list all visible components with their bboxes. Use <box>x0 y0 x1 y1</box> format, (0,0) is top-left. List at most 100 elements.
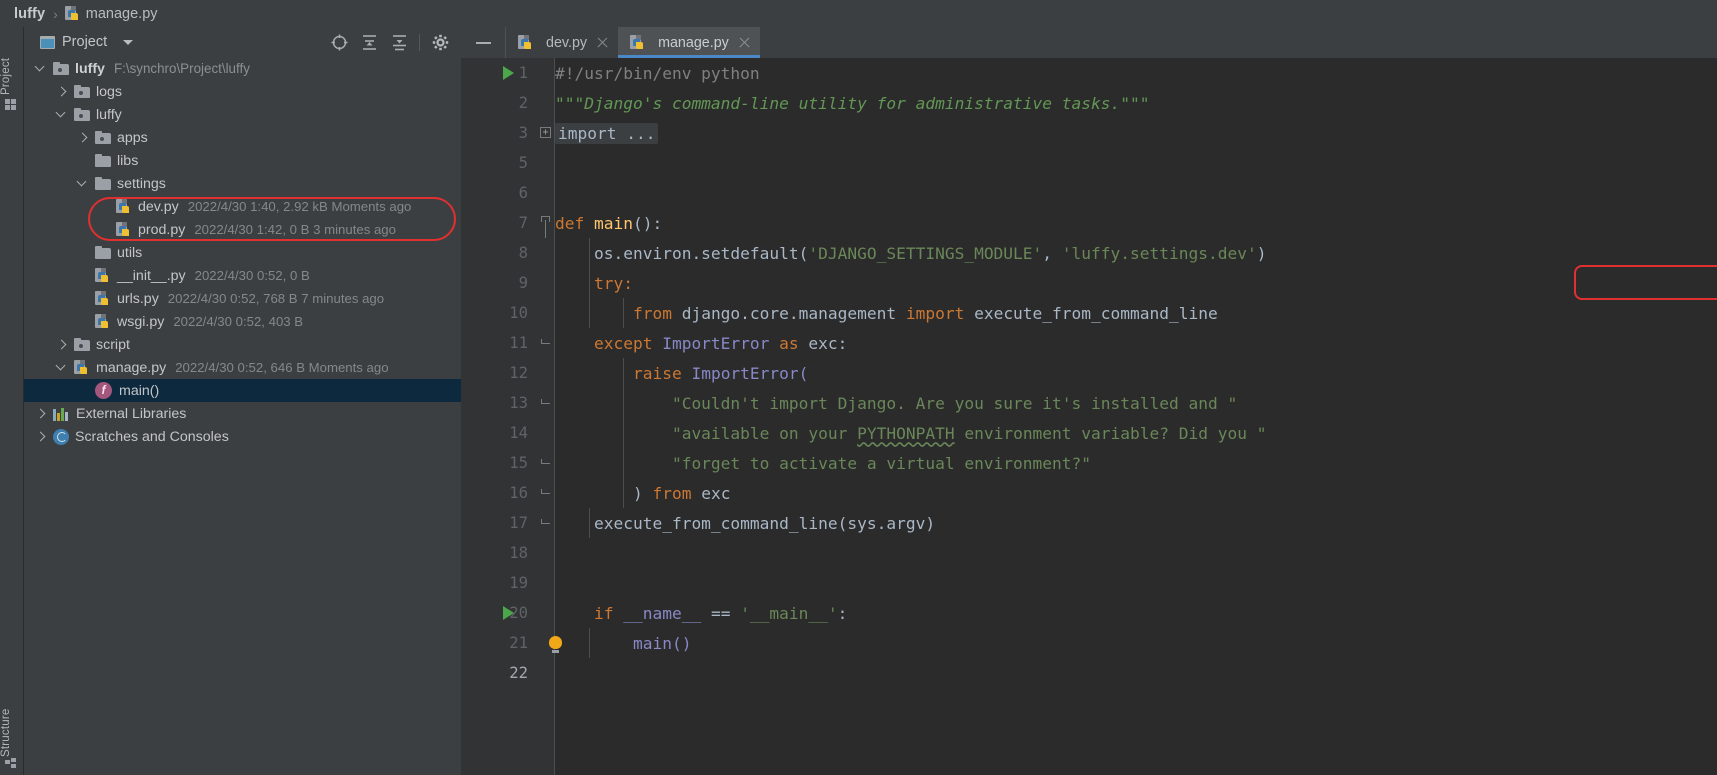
breadcrumb-file[interactable]: manage.py <box>86 6 158 22</box>
line-number-20[interactable]: 20 <box>461 598 536 628</box>
chevron-right-icon[interactable] <box>36 409 46 419</box>
fold-region-line[interactable] <box>545 220 547 238</box>
line-number-16[interactable]: 16 <box>461 478 536 508</box>
tree-row-label: apps <box>117 129 148 146</box>
line-number-21[interactable]: 21 <box>461 628 536 658</box>
tree-row-label: main() <box>119 382 160 399</box>
code-editor[interactable]: 1 2 3 5 6 7 8 9 10 11 12 13 14 15 16 17 18 19 20 21 22 #!/us… <box>461 58 1717 775</box>
code-line-11: except ImportError as exc: <box>555 333 848 353</box>
code-folding-column[interactable] <box>536 58 555 775</box>
line-number-7[interactable]: 7 <box>461 208 536 238</box>
line-number-6[interactable]: 6 <box>461 178 536 208</box>
tree-row-label: luffy <box>96 106 122 123</box>
close-icon[interactable] <box>596 36 609 49</box>
toolbar-divider <box>419 33 420 51</box>
line-number-22[interactable]: 22 <box>461 658 536 688</box>
expand-all-icon[interactable] <box>354 28 384 56</box>
line-number-10[interactable]: 10 <box>461 298 536 328</box>
gear-icon[interactable] <box>425 28 455 56</box>
minimize-editor-button[interactable] <box>461 27 506 58</box>
fold-collapse-icon[interactable] <box>541 216 550 222</box>
tree-row-urlspy[interactable]: urls.py 2022/4/30 0:52, 768 B 7 minutes a… <box>24 287 461 310</box>
tree-row-devpy[interactable]: dev.py 2022/4/30 1:40, 2.92 kB Moments ag… <box>24 195 461 218</box>
tree-row-label: prod.py <box>138 221 186 238</box>
line-number-5[interactable]: 5 <box>461 148 536 178</box>
python-file-icon <box>518 34 533 51</box>
python-file-icon <box>95 313 110 330</box>
python-file-icon <box>116 221 131 238</box>
tree-row-label: wsgi.py <box>117 313 165 330</box>
chevron-down-icon[interactable] <box>36 64 46 74</box>
tree-row-label: script <box>96 336 130 353</box>
tree-row-externallibraries[interactable]: External Libraries <box>24 402 461 425</box>
tree-row-script[interactable]: script <box>24 333 461 356</box>
fold-collapse-icon[interactable] <box>541 519 550 524</box>
chevron-down-icon[interactable] <box>57 363 67 373</box>
editor-tab-manage[interactable]: manage.py <box>618 27 760 58</box>
line-number-2[interactable]: 2 <box>461 88 536 118</box>
tree-row-settings[interactable]: settings <box>24 172 461 195</box>
chevron-right-icon[interactable] <box>57 340 67 350</box>
line-number-8[interactable]: 8 <box>461 238 536 268</box>
structure-strip-icon <box>5 758 18 771</box>
fold-expand-icon[interactable]: + <box>540 127 551 138</box>
breadcrumb-project[interactable]: luffy <box>14 6 45 22</box>
tree-row-luffy[interactable]: luffy <box>24 103 461 126</box>
tree-row-libs[interactable]: libs <box>24 149 461 172</box>
code-line-14: "available on your PYTHONPATH environmen… <box>555 423 1267 443</box>
chevron-down-icon[interactable] <box>78 179 88 189</box>
chevron-right-icon[interactable] <box>36 432 46 442</box>
collapse-all-icon[interactable] <box>384 28 414 56</box>
folder-icon <box>95 177 111 190</box>
line-number-gutter[interactable]: 1 2 3 5 6 7 8 9 10 11 12 13 14 15 16 17 18 19 20 21 22 <box>461 58 536 775</box>
tree-row-luffy[interactable]: luffy F:\synchro\Project\luffy <box>24 57 461 80</box>
chevron-right-icon[interactable] <box>57 87 67 97</box>
python-file-icon <box>74 359 89 376</box>
tree-row-main[interactable]: f main() <box>24 379 461 402</box>
line-number-1[interactable]: 1 <box>461 58 536 88</box>
intention-bulb-icon[interactable] <box>549 636 562 653</box>
folded-import-region[interactable]: import ... <box>555 122 659 144</box>
fold-collapse-icon[interactable] <box>541 399 550 404</box>
tree-row-utils[interactable]: utils <box>24 241 461 264</box>
line-number-11[interactable]: 11 <box>461 328 536 358</box>
chevron-down-icon[interactable] <box>123 39 134 45</box>
line-number-13[interactable]: 13 <box>461 388 536 418</box>
line-number-17[interactable]: 17 <box>461 508 536 538</box>
project-tree[interactable]: luffy F:\synchro\Project\luffy logs luffy ap… <box>24 57 461 775</box>
project-toolbar-title[interactable]: Project <box>62 34 107 50</box>
line-number-3[interactable]: 3 <box>461 118 536 148</box>
tree-row-apps[interactable]: apps <box>24 126 461 149</box>
line-number-14[interactable]: 14 <box>461 418 536 448</box>
tree-row-initpy[interactable]: __init__.py 2022/4/30 0:52, 0 B <box>24 264 461 287</box>
tree-row-label: libs <box>117 152 139 169</box>
folder-icon <box>95 246 111 259</box>
line-number-12[interactable]: 12 <box>461 358 536 388</box>
chevron-right-icon[interactable] <box>78 133 88 143</box>
code-text-region[interactable]: #!/usr/bin/env python """Django's comman… <box>555 58 1717 775</box>
line-number-19[interactable]: 19 <box>461 568 536 598</box>
code-line-9: try: <box>555 273 633 293</box>
tree-row-prodpy[interactable]: prod.py 2022/4/30 1:42, 0 B 3 minutes ago <box>24 218 461 241</box>
source-folder-icon <box>95 131 111 144</box>
tree-row-managepy[interactable]: manage.py 2022/4/30 0:52, 646 B Moments a… <box>24 356 461 379</box>
line-number-18[interactable]: 18 <box>461 538 536 568</box>
run-gutter-icon[interactable] <box>503 66 514 80</box>
line-number-15[interactable]: 15 <box>461 448 536 478</box>
chevron-down-icon[interactable] <box>57 110 67 120</box>
tool-window-tab-project[interactable]: Project <box>0 35 24 95</box>
line-number-9[interactable]: 9 <box>461 268 536 298</box>
run-gutter-icon[interactable] <box>503 606 514 620</box>
fold-collapse-icon[interactable] <box>541 339 550 344</box>
tree-row-scratchesandconsoles[interactable]: Scratches and Consoles <box>24 425 461 448</box>
tool-window-tab-structure[interactable]: Structure <box>0 689 24 757</box>
locate-icon[interactable] <box>324 28 354 56</box>
fold-collapse-icon[interactable] <box>541 459 550 464</box>
tree-row-wsgipy[interactable]: wsgi.py 2022/4/30 0:52, 403 B <box>24 310 461 333</box>
editor-tab-dev[interactable]: dev.py <box>506 27 618 58</box>
tree-row-logs[interactable]: logs <box>24 80 461 103</box>
fold-collapse-icon[interactable] <box>541 489 550 494</box>
close-icon[interactable] <box>738 36 751 49</box>
